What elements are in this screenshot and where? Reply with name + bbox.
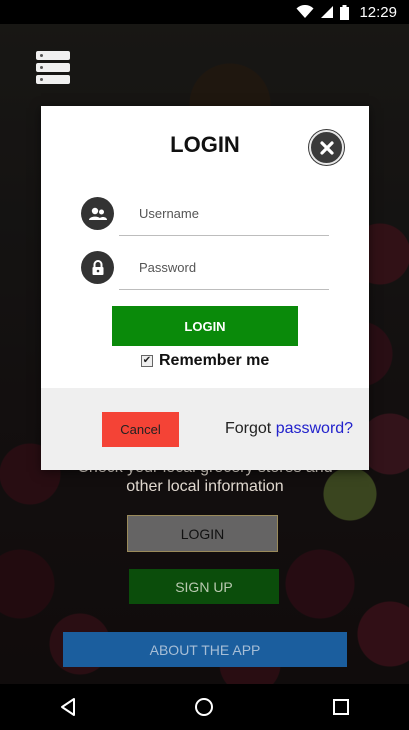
back-triangle-icon[interactable] — [38, 687, 98, 727]
forgot-password: Forgot password? — [225, 420, 353, 438]
background-login-button[interactable]: LOGIN — [127, 515, 278, 552]
home-circle-icon[interactable] — [174, 687, 234, 727]
forgot-prefix: Forgot — [225, 420, 272, 437]
remember-checkbox[interactable]: ✔ — [141, 355, 153, 367]
battery-icon — [340, 4, 350, 20]
forgot-password-link[interactable]: password? — [276, 420, 353, 437]
password-row — [81, 246, 329, 290]
server-stack-icon[interactable] — [36, 51, 70, 85]
about-app-button[interactable]: ABOUT THE APP — [63, 632, 347, 667]
navigation-bar — [0, 684, 409, 730]
users-icon — [81, 197, 114, 230]
recents-square-icon[interactable] — [311, 687, 371, 727]
modal-footer: Cancel Forgot password? — [41, 388, 369, 470]
cancel-button[interactable]: Cancel — [102, 412, 179, 447]
signup-button[interactable]: SIGN UP — [129, 569, 279, 604]
tagline-line-2: other local information — [126, 478, 284, 495]
remember-me: ✔ Remember me — [141, 352, 269, 370]
wifi-icon — [296, 5, 314, 18]
lock-icon — [81, 251, 114, 284]
clock: 12:29 — [359, 3, 397, 21]
password-field[interactable] — [119, 246, 329, 290]
cell-signal-icon — [321, 6, 334, 18]
close-icon[interactable] — [309, 130, 344, 165]
remember-label: Remember me — [159, 352, 270, 369]
login-modal: LOGIN LOGIN ✔ Remember me — [41, 106, 369, 470]
login-button[interactable]: LOGIN — [112, 306, 298, 346]
status-bar: 12:29 — [0, 0, 409, 24]
close-x-glyph — [319, 140, 334, 155]
username-row — [81, 192, 329, 236]
username-field[interactable] — [119, 192, 329, 236]
